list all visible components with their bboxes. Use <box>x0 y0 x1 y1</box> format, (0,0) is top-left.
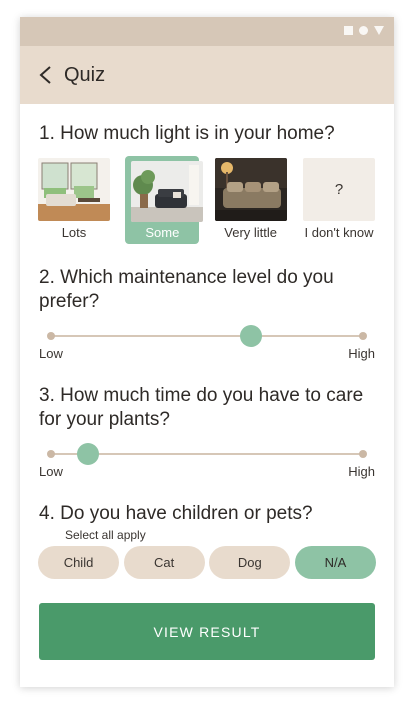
very-little-room-image <box>214 158 287 221</box>
slider-max-dot <box>359 332 367 340</box>
square-icon <box>344 26 353 35</box>
chip-na[interactable]: N/A <box>294 546 376 579</box>
slider-thumb[interactable] <box>239 325 262 347</box>
slider-track <box>50 335 364 337</box>
question-2-title: 2. Which maintenance level do you prefer… <box>39 267 334 312</box>
slider-min-label: Low <box>39 346 63 361</box>
status-bar <box>20 17 394 46</box>
question-4-title: 4. Do you have children or pets? <box>39 503 313 524</box>
question-mark-icon: ? <box>302 158 375 221</box>
chip-dog[interactable]: Dog <box>209 546 291 579</box>
question-3-title: 3. How much time do you have to care for… <box>39 385 364 430</box>
care-time-slider[interactable] <box>39 442 375 466</box>
page-title: Quiz <box>64 63 106 86</box>
quiz-content: 1. How much light is in your home? Lots … <box>20 122 394 660</box>
light-options: Lots Some Very little ? I don't know <box>37 156 376 244</box>
household-chips: Child Cat Dog N/A <box>38 546 376 579</box>
slider-min-dot <box>47 450 55 458</box>
slider-max-dot <box>359 450 367 458</box>
option-i-dont-know[interactable]: ? I don't know <box>302 156 376 244</box>
option-label: Very little <box>224 225 278 240</box>
question-4-subtitle: Select all apply <box>65 528 146 542</box>
chip-child[interactable]: Child <box>38 546 119 579</box>
phone-screen: Quiz 1. How much light is in your home? <box>20 17 394 687</box>
option-lots[interactable]: Lots <box>37 156 111 244</box>
lots-room-image <box>38 158 110 221</box>
option-some[interactable]: Some <box>125 156 204 244</box>
option-very-little[interactable]: Very little <box>214 156 288 244</box>
status-icons <box>344 26 384 35</box>
circle-icon <box>359 26 368 35</box>
option-label: I don't know <box>304 225 374 240</box>
slider-min-label: Low <box>39 464 63 479</box>
triangle-icon <box>374 26 384 35</box>
slider-min-dot <box>47 332 55 340</box>
slider-max-label: High <box>348 346 375 361</box>
slider-labels: Low High <box>39 464 375 479</box>
option-label: Some <box>145 225 180 240</box>
some-room-image <box>131 161 204 222</box>
app-bar: Quiz <box>20 46 394 104</box>
maintenance-slider[interactable] <box>39 324 375 348</box>
chip-cat[interactable]: Cat <box>123 546 205 579</box>
question-1-title: 1. How much light is in your home? <box>39 123 335 144</box>
slider-labels: Low High <box>39 346 375 361</box>
slider-thumb[interactable] <box>77 443 100 465</box>
slider-max-label: High <box>348 464 375 479</box>
chevron-left-icon[interactable] <box>38 65 54 85</box>
option-label: Lots <box>61 225 87 240</box>
view-result-button[interactable]: VIEW RESULT <box>39 603 375 660</box>
